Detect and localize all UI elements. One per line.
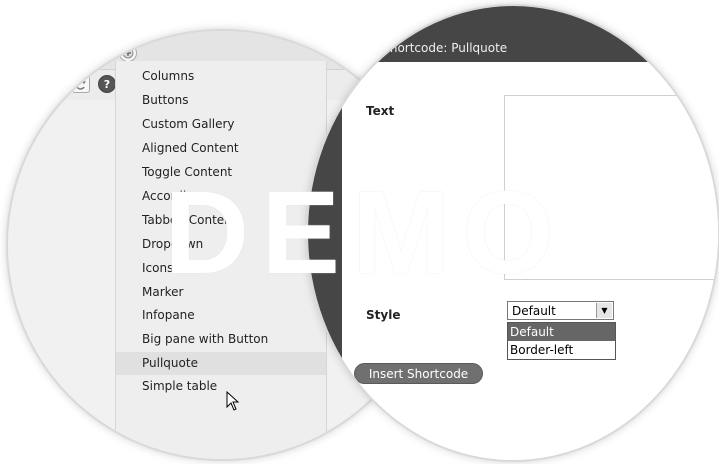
redo-icon[interactable] xyxy=(72,75,90,93)
menu-item-label: Pullquote xyxy=(142,356,198,370)
menu-item-label: Big pane with Button xyxy=(142,332,269,346)
menu-item-pullquote[interactable]: Pullquote xyxy=(116,352,326,375)
menu-item-columns[interactable]: Columns xyxy=(116,65,326,88)
chevron-down-icon[interactable]: ▼ xyxy=(596,303,612,318)
insert-shortcode-button[interactable]: Insert Shortcode xyxy=(354,363,483,384)
menu-item-label: Columns xyxy=(142,69,195,83)
menu-item-label: Simple table xyxy=(142,379,218,393)
text-field-label: Text xyxy=(366,104,395,118)
dialog-title: Insert Shortcode: Pullquote xyxy=(344,41,508,55)
question-icon[interactable]: ? xyxy=(98,75,116,93)
demo-watermark: DEMO xyxy=(164,167,566,299)
style-select[interactable]: Default ▼ xyxy=(507,301,614,320)
style-select-value: Default xyxy=(512,304,556,318)
style-option-border-left[interactable]: Border-left xyxy=(508,341,615,359)
menu-item-big-pane-with-button[interactable]: Big pane with Button xyxy=(116,328,326,351)
menu-item-aligned-content[interactable]: Aligned Content xyxy=(116,137,326,160)
style-options-list: Default Border-left xyxy=(507,322,616,360)
menu-item-buttons[interactable]: Buttons xyxy=(116,89,326,112)
menu-item-label: Aligned Content xyxy=(142,141,239,155)
dialog-title-bar: Insert Shortcode: Pullquote xyxy=(308,6,718,62)
menu-item-simple-table[interactable]: Simple table xyxy=(116,375,326,398)
menu-item-label: Custom Gallery xyxy=(142,117,235,131)
menu-item-label: Infopane xyxy=(142,308,195,322)
menu-item-infopane[interactable]: Infopane xyxy=(116,304,326,327)
plus-circle-icon[interactable] xyxy=(119,44,137,62)
style-option-default[interactable]: Default xyxy=(508,323,615,341)
mouse-pointer-icon xyxy=(226,390,240,415)
undo-icon[interactable] xyxy=(46,75,64,93)
style-field-label: Style xyxy=(366,308,401,322)
help-glyph: ? xyxy=(103,77,111,91)
menu-item-label: Buttons xyxy=(142,93,189,107)
menu-item-custom-gallery[interactable]: Custom Gallery xyxy=(116,113,326,136)
table-icon[interactable] xyxy=(86,44,104,62)
